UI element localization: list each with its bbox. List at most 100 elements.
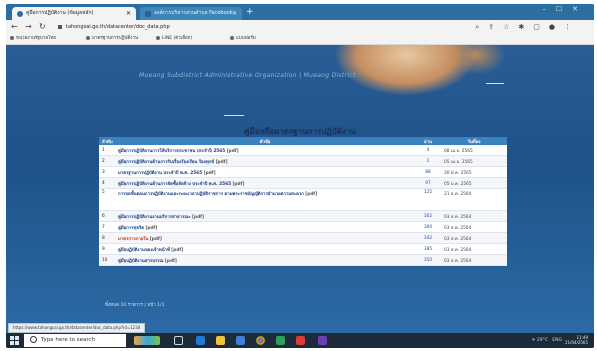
document-link[interactable]: คู่มือการปฏิบัติงานด้านการจัดซื้อจัดจ้าง… bbox=[115, 177, 415, 189]
pdf-file-icon: [pdf] bbox=[149, 236, 162, 242]
read-count: 88 bbox=[415, 166, 441, 178]
url-field[interactable]: tahongsai.go.th/datacenter/doc_data.php bbox=[58, 22, 438, 32]
browser-toolbar-icons[interactable]: ⌕⇪☆✱▢●⋮ bbox=[475, 21, 580, 33]
pdf-file-icon: [pdf] bbox=[192, 214, 204, 220]
share-icon[interactable]: ⇪ bbox=[488, 23, 503, 31]
task-view-icon[interactable] bbox=[174, 336, 183, 345]
extensions-icon[interactable]: ✱ bbox=[518, 23, 533, 31]
document-link[interactable]: การลดขั้นตอนการปฏิบัติงานและระยะเวลาปฏิบ… bbox=[115, 188, 415, 211]
row-number: 2 bbox=[99, 155, 115, 167]
row-number: 1 bbox=[99, 145, 115, 156]
bookmark-icon bbox=[230, 35, 234, 40]
site-favicon-icon bbox=[17, 10, 23, 17]
table-row[interactable]: 1 คู่มือการปฏิบัติงานการให้บริการประชาชน… bbox=[99, 145, 507, 156]
post-date: 05 เม.ย. 2565 bbox=[441, 155, 507, 167]
table-row[interactable]: 2 คู่มือการปฏิบัติงานด้านการรับเรื่องร้อ… bbox=[99, 155, 507, 167]
close-window-icon[interactable]: ✕ bbox=[572, 5, 588, 13]
document-link[interactable]: คู่มือการทุจริต [pdf] bbox=[115, 221, 415, 233]
tab-active[interactable]: คู่มือการปฏิบัติงาน (ข้อมูลหลัก) ✕ bbox=[12, 7, 136, 20]
pagination[interactable]: ทั้งหมด 10 รายการ | หน้า 1/1 bbox=[105, 301, 164, 308]
post-date: 30 มี.ค. 2565 bbox=[441, 166, 507, 178]
address-bar: ← → ↻ tahongsai.go.th/datacenter/doc_dat… bbox=[6, 20, 594, 34]
bookmark-item[interactable]: มาตรฐานการปฏิบัติงาน bbox=[86, 34, 138, 44]
table-row[interactable]: 5 การลดขั้นตอนการปฏิบัติงานและระยะเวลาปฏ… bbox=[99, 188, 507, 211]
back-icon[interactable]: ← bbox=[11, 21, 18, 33]
row-number: 10 bbox=[99, 254, 115, 266]
document-link[interactable]: มาตรฐานการปฏิบัติงาน ประจำปี พ.ศ. 2565 [… bbox=[115, 166, 415, 178]
document-link[interactable]: คู่มือการปฏิบัติงานงานบริการสาธารณะ [pdf… bbox=[115, 210, 415, 222]
app-icon[interactable] bbox=[296, 336, 305, 345]
col-header-date: วันที่ลง bbox=[441, 137, 507, 145]
table-row[interactable]: 3 มาตรฐานการปฏิบัติงาน ประจำปี พ.ศ. 2565… bbox=[99, 166, 507, 178]
post-date: 03 ส.ค. 2564 bbox=[441, 243, 507, 255]
col-header-title: หัวข้อ bbox=[115, 137, 415, 145]
taskbar-clock[interactable]: 11:49 21/04/2565 bbox=[565, 335, 588, 345]
divider bbox=[486, 83, 504, 84]
pdf-file-icon: [pdf] bbox=[203, 170, 216, 176]
maximize-icon[interactable]: ☐ bbox=[556, 5, 572, 13]
file-explorer-icon[interactable] bbox=[216, 336, 225, 345]
chrome-icon[interactable] bbox=[256, 336, 265, 345]
document-link[interactable]: คู่มือปฏิบัติงานสารบรรณ [pdf] bbox=[115, 254, 415, 266]
taskbar-search-box[interactable]: Type here to search bbox=[24, 334, 126, 347]
post-date: 05 ม.ค. 2565 bbox=[441, 177, 507, 189]
close-tab-icon[interactable]: ✕ bbox=[126, 7, 131, 20]
table-row[interactable]: 8 มาตรการภายใน [pdf] 342 03 ส.ค. 2564 bbox=[99, 232, 507, 244]
pdf-file-icon: [pdf] bbox=[226, 148, 239, 154]
forward-icon[interactable]: → bbox=[25, 21, 32, 33]
documents-table: ลำดับ หัวข้อ อ่าน วันที่ลง 1 คู่มือการปฏ… bbox=[99, 137, 507, 266]
pdf-file-icon: [pdf] bbox=[305, 192, 318, 197]
pdf-file-icon: [pdf] bbox=[145, 225, 158, 231]
lock-icon bbox=[58, 24, 62, 29]
facebook-icon bbox=[145, 10, 151, 17]
post-date: 03 ส.ค. 2564 bbox=[441, 210, 507, 222]
monitor-screen: คู่มือการปฏิบัติงาน (ข้อมูลหลัก) ✕ องค์ก… bbox=[6, 4, 594, 348]
close-tab-icon[interactable]: ✕ bbox=[232, 7, 237, 20]
taskbar-news-icon[interactable] bbox=[134, 336, 160, 345]
table-row[interactable]: 6 คู่มือการปฏิบัติงานงานบริการสาธารณะ [p… bbox=[99, 210, 507, 222]
window-icon[interactable]: ▢ bbox=[533, 23, 549, 31]
zoom-icon[interactable]: ⌕ bbox=[475, 23, 488, 31]
line-app-icon[interactable] bbox=[276, 336, 285, 345]
pdf-file-icon: [pdf] bbox=[171, 247, 184, 253]
star-icon[interactable]: ☆ bbox=[503, 23, 518, 31]
search-icon bbox=[30, 336, 37, 343]
window-controls[interactable]: –☐✕ bbox=[542, 5, 588, 13]
windows-taskbar: Type here to search ☀ 29°C ENG 11:49 21/0… bbox=[6, 333, 594, 348]
read-count: 1 bbox=[415, 155, 441, 167]
row-number: 5 bbox=[99, 188, 115, 211]
bookmarks-bar: หน่วยงานรัฐบาลไทย มาตรฐานการปฏิบัติงาน L… bbox=[6, 34, 594, 45]
minimize-icon[interactable]: – bbox=[542, 5, 556, 13]
teams-icon[interactable] bbox=[318, 336, 327, 345]
menu-icon[interactable]: ⋮ bbox=[564, 23, 580, 31]
read-count: 4 bbox=[415, 145, 441, 156]
document-link[interactable]: คู่มือการปฏิบัติงานด้านการรับเรื่องร้องเ… bbox=[115, 155, 415, 167]
table-row[interactable]: 10 คู่มือปฏิบัติงานสารบรรณ [pdf] 350 03 … bbox=[99, 254, 507, 266]
row-number: 3 bbox=[99, 166, 115, 178]
bookmark-item[interactable]: LINE (ตัวเลือก) bbox=[156, 34, 192, 44]
pdf-file-icon: [pdf] bbox=[215, 159, 228, 165]
row-number: 9 bbox=[99, 243, 115, 255]
reload-icon[interactable]: ↻ bbox=[39, 21, 46, 33]
document-link[interactable]: คู่มือการปฏิบัติงานการให้บริการประชาชน ป… bbox=[115, 145, 415, 156]
document-link[interactable]: คู่มือปฏิบัติงานของเจ้าหน้าที่ [pdf] bbox=[115, 243, 415, 255]
tab-facebook[interactable]: องค์การบริหารส่วนตำบล Facebook ✕ bbox=[140, 7, 242, 20]
store-icon[interactable] bbox=[236, 336, 245, 345]
table-row[interactable]: 7 คู่มือการทุจริต [pdf] 300 03 ส.ค. 2564 bbox=[99, 221, 507, 233]
bookmark-item[interactable]: แบบฟอร์ม bbox=[230, 34, 256, 44]
weather-icon: ☀ bbox=[531, 338, 536, 343]
organization-name: Mueang Subdistrict Administrative Organi… bbox=[139, 72, 356, 79]
bookmark-item[interactable]: หน่วยงานรัฐบาลไทย bbox=[10, 34, 56, 44]
new-tab-button[interactable]: + bbox=[246, 6, 254, 18]
table-row[interactable]: 9 คู่มือปฏิบัติงานของเจ้าหน้าที่ [pdf] 3… bbox=[99, 243, 507, 255]
table-row[interactable]: 4 คู่มือการปฏิบัติงานด้านการจัดซื้อจัดจ้… bbox=[99, 177, 507, 189]
read-count: 300 bbox=[415, 221, 441, 233]
col-header-reads: อ่าน bbox=[415, 137, 441, 145]
browser-titlebar: คู่มือการปฏิบัติงาน (ข้อมูลหลัก) ✕ องค์ก… bbox=[6, 4, 594, 20]
profile-icon[interactable]: ● bbox=[549, 23, 564, 31]
document-link[interactable]: มาตรการภายใน [pdf] bbox=[115, 232, 415, 244]
edge-icon[interactable] bbox=[196, 336, 205, 345]
system-tray[interactable]: ☀ 29°C ENG bbox=[531, 333, 562, 348]
read-count: 97 bbox=[415, 177, 441, 189]
windows-start-icon[interactable] bbox=[10, 336, 19, 345]
